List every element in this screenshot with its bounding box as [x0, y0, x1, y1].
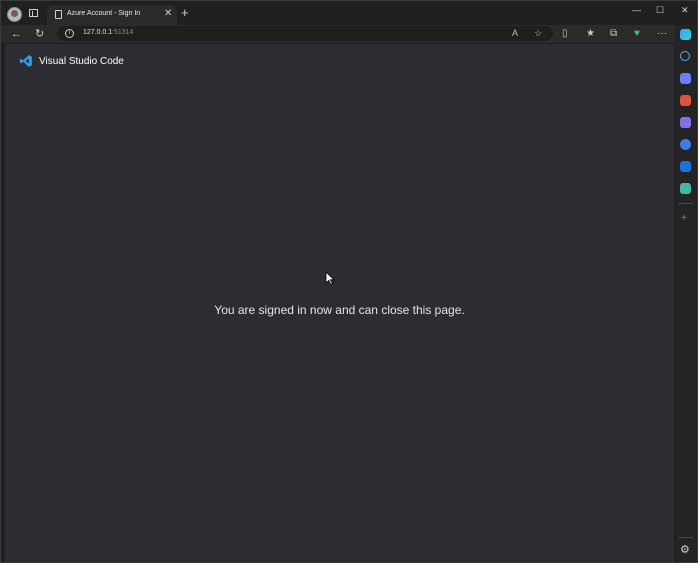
new-tab-button[interactable]: +	[181, 6, 189, 20]
toolbox-icon[interactable]	[680, 95, 691, 106]
url-port: :51314	[112, 29, 134, 36]
mouse-cursor-icon	[325, 271, 335, 285]
sidebar-divider-bottom	[679, 537, 693, 538]
url-host: 127.0.0.1	[83, 29, 113, 36]
games-icon[interactable]	[680, 117, 691, 128]
back-button[interactable]: ←	[11, 26, 22, 42]
minimize-button[interactable]: —	[632, 4, 641, 16]
copilot-icon[interactable]	[680, 29, 691, 40]
brand-name: Visual Studio Code	[39, 55, 124, 67]
extension-icon[interactable]: ♥	[634, 26, 640, 42]
tab-actions-icon[interactable]	[29, 9, 38, 17]
profile-avatar[interactable]	[7, 7, 22, 22]
maximize-button[interactable]: ☐	[656, 4, 664, 16]
vscode-logo-icon	[19, 55, 32, 67]
shopping-tag-icon[interactable]	[680, 73, 691, 84]
address-bar[interactable]: i 127.0.0.1 :51314 A ☆	[57, 26, 553, 41]
close-window-button[interactable]: ✕	[681, 4, 689, 16]
tab-bar: Azure Account - Sign In ✕ + — ☐ ✕	[1, 1, 697, 25]
tab-title: Azure Account - Sign In	[67, 10, 141, 17]
tab-close-icon[interactable]: ✕	[164, 8, 172, 20]
signed-in-message: You are signed in now and can close this…	[214, 303, 465, 317]
more-menu-button[interactable]: ···	[657, 26, 667, 42]
sidebar-add-button[interactable]: +	[681, 213, 687, 225]
site-info-icon[interactable]: i	[65, 29, 74, 38]
favorite-star-icon[interactable]: ☆	[534, 27, 542, 39]
refresh-button[interactable]: ↻	[35, 26, 44, 42]
page-content: Visual Studio Code You are signed in now…	[5, 44, 674, 562]
office-icon[interactable]	[680, 139, 691, 150]
read-aloud-icon[interactable]: A	[512, 27, 518, 39]
navigation-bar: ← ↻ i 127.0.0.1 :51314 A ☆ ▯ ★ ⧉ ♥ ···	[1, 25, 697, 43]
browser-window: Azure Account - Sign In ✕ + — ☐ ✕ ← ↻ i …	[0, 0, 698, 563]
settings-gear-icon[interactable]: ⚙	[680, 544, 690, 556]
edge-sidebar: + ⚙	[675, 25, 697, 562]
collections-icon[interactable]: ⧉	[610, 26, 617, 42]
brand-header: Visual Studio Code	[19, 54, 124, 68]
drop-icon[interactable]	[680, 183, 691, 194]
favorites-icon[interactable]: ★	[586, 26, 595, 42]
page-icon	[55, 10, 62, 19]
sidebar-divider	[679, 203, 693, 204]
tab-azure-sign-in[interactable]: Azure Account - Sign In ✕	[47, 5, 177, 25]
search-icon[interactable]	[680, 51, 690, 61]
outlook-icon[interactable]	[680, 161, 691, 172]
split-screen-icon[interactable]: ▯	[562, 26, 568, 42]
